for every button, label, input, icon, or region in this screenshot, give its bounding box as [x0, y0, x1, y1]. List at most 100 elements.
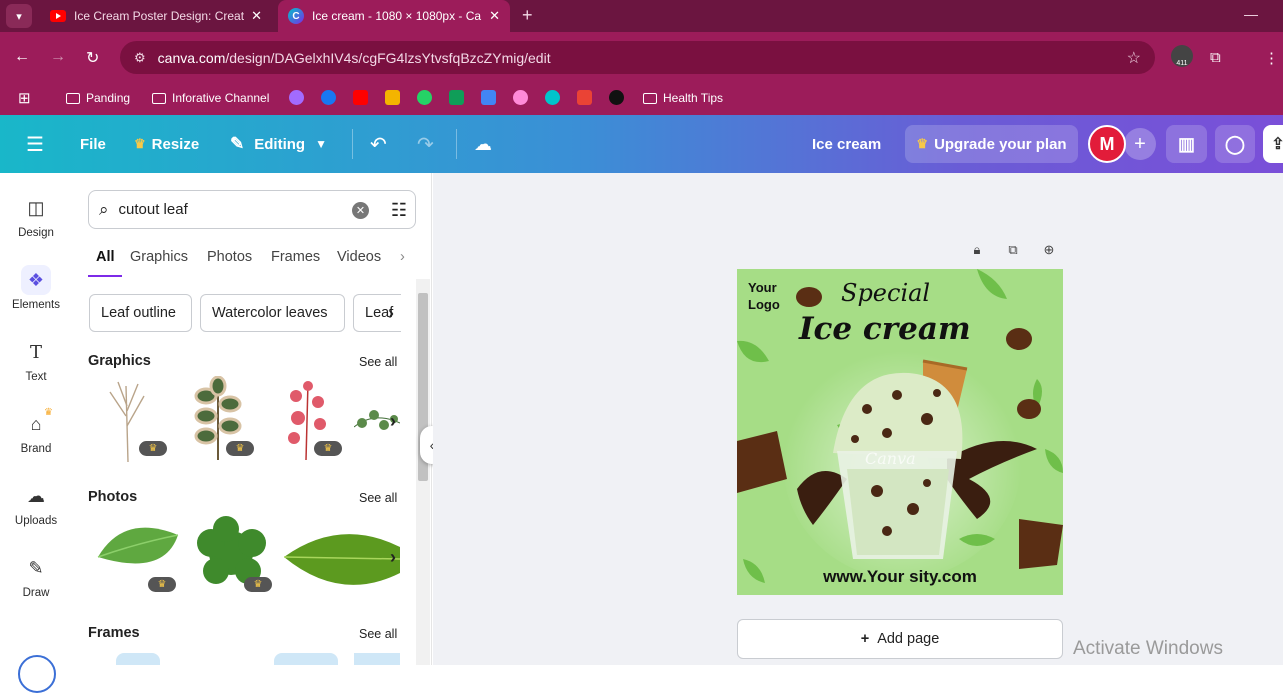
chevron-right-icon[interactable]: ›	[388, 303, 394, 324]
search-value: cutout leaf	[118, 201, 188, 218]
photo-parsley[interactable]: ♛	[186, 513, 276, 593]
panel-scrollbar[interactable]	[416, 279, 430, 665]
browser-tab-2[interactable]: C Ice cream - 1080 × 1080px - Ca ✕	[278, 0, 510, 32]
bookmark-folder[interactable]: Health Tips	[643, 91, 723, 105]
see-all-photos-link[interactable]: See all	[359, 491, 397, 505]
cloud-saved-icon[interactable]: ☁	[474, 115, 492, 173]
file-menu-button[interactable]: File	[80, 115, 106, 173]
new-tab-button[interactable]: +	[522, 5, 533, 26]
apps-grid-icon[interactable]: ⊞	[18, 89, 31, 107]
chevron-right-icon[interactable]: ›	[400, 249, 405, 265]
frame-item[interactable]	[354, 653, 400, 665]
rail-item-brand[interactable]: ⌂ Brand ♛	[0, 407, 72, 455]
tab-title: Ice cream - 1080 × 1080px - Ca	[312, 9, 482, 23]
tab-videos[interactable]: Videos	[337, 249, 381, 265]
forward-icon[interactable]: →	[50, 48, 66, 66]
bookmark-star-icon[interactable]: ☆	[1127, 48, 1141, 68]
avatar[interactable]: M	[1088, 125, 1126, 163]
frame-item[interactable]	[116, 653, 160, 665]
chevron-right-icon[interactable]: ›	[390, 547, 396, 568]
see-all-graphics-link[interactable]: See all	[359, 355, 397, 369]
premium-crown-badge: ♛	[314, 441, 342, 456]
rail-item-elements[interactable]: ❖ Elements	[0, 265, 72, 311]
photo-banana-leaf[interactable]	[282, 523, 401, 589]
graphic-red-eucalyptus[interactable]: ♛	[272, 376, 342, 462]
folder-icon	[643, 92, 657, 104]
duplicate-icon[interactable]: ⧉	[1005, 242, 1021, 258]
share-icon[interactable]: ⇪	[1263, 125, 1283, 163]
reload-icon[interactable]: ↻	[86, 48, 99, 68]
bookmark-folder[interactable]: Inforative Channel	[152, 91, 269, 105]
redo-icon[interactable]: ↷	[417, 115, 434, 173]
canva-bookmark-icon[interactable]	[545, 90, 560, 105]
upgrade-plan-button[interactable]: ♛ Upgrade your plan	[905, 125, 1078, 163]
bookmark-folder[interactable]: Panding	[66, 91, 130, 105]
tab-graphics[interactable]: Graphics	[130, 249, 188, 265]
layout-icon: ◫	[27, 197, 45, 218]
rail-item-draw[interactable]: ✎ Draw	[0, 557, 72, 600]
photo-mint-leaf[interactable]: ♛	[94, 513, 180, 592]
rail-item-design[interactable]: ◫ Design	[0, 197, 72, 240]
site-info-icon[interactable]: ⚙	[134, 50, 146, 66]
more-apps-icon[interactable]	[18, 655, 56, 693]
messenger-icon[interactable]	[289, 90, 304, 105]
add-page-button[interactable]: + Add page	[737, 619, 1063, 659]
docs-icon[interactable]	[481, 90, 496, 105]
tab-search-button[interactable]: ▾	[6, 4, 32, 28]
see-all-frames-link[interactable]: See all	[359, 627, 397, 641]
add-page-icon[interactable]: ⊕	[1041, 242, 1057, 258]
ghost-icon[interactable]	[513, 90, 528, 105]
whatsapp-icon[interactable]	[417, 90, 432, 105]
chatgpt-icon[interactable]	[609, 90, 624, 105]
crown-icon: ♛	[134, 136, 146, 151]
design-page[interactable]: Your Logo Special Ice cream Canva www.You…	[737, 269, 1063, 595]
facebook-icon[interactable]	[321, 90, 336, 105]
tab-title: Ice Cream Poster Design: Creati	[74, 9, 244, 23]
minimize-window-button[interactable]: —	[1244, 6, 1258, 22]
youtube-bookmark-icon[interactable]	[353, 90, 368, 105]
suggestion-chip[interactable]: Leaf outline	[89, 294, 192, 332]
menu-icon[interactable]: ⋮	[1264, 49, 1279, 67]
hamburger-menu-icon[interactable]: ☰	[26, 115, 44, 173]
folder-icon	[152, 92, 166, 104]
document-title[interactable]: Ice cream	[812, 115, 881, 173]
gmail-icon[interactable]	[577, 90, 592, 105]
lock-icon[interactable]: 🔒︎	[969, 242, 985, 258]
comment-icon[interactable]: ◯	[1215, 125, 1255, 163]
browser-tab-1[interactable]: Ice Cream Poster Design: Creati ✕	[40, 0, 272, 32]
resize-button[interactable]: ♛ Resize	[134, 115, 199, 173]
rail-item-uploads[interactable]: ☁ Uploads	[0, 485, 72, 528]
divider	[456, 129, 457, 159]
chevron-right-icon[interactable]: ›	[390, 411, 396, 432]
activate-windows-watermark: Activate Windows	[1073, 638, 1223, 659]
cloud-upload-icon: ☁	[27, 485, 45, 506]
plus-icon: +	[860, 631, 870, 647]
url-field[interactable]: ⚙ canva.com/design/DAGelxhIV4s/cgFG4lzsY…	[120, 41, 1155, 74]
suggestion-chip[interactable]: Watercolor leaves	[200, 294, 345, 332]
back-icon[interactable]: ←	[14, 48, 30, 66]
filter-sliders-icon[interactable]: ☷	[391, 200, 407, 221]
frame-item[interactable]	[274, 653, 338, 665]
url-domain: canva.com	[157, 49, 226, 66]
extensions-icon[interactable]: ⧉	[1210, 49, 1221, 66]
close-tab-icon[interactable]: ✕	[489, 8, 500, 24]
clear-search-icon[interactable]: ✕	[352, 202, 369, 219]
tab-photos[interactable]: Photos	[207, 249, 252, 265]
tab-all[interactable]: All	[96, 249, 115, 265]
rail-item-text[interactable]: T Text	[0, 341, 72, 384]
undo-icon[interactable]: ↶	[370, 115, 387, 173]
invite-plus-button[interactable]: +	[1124, 128, 1156, 160]
graphic-pampas-grass[interactable]: ♛	[94, 376, 167, 463]
search-input[interactable]: ⌕ cutout leaf ✕ ☷	[88, 190, 416, 229]
search-icon: ⌕	[99, 199, 109, 219]
insights-chart-icon[interactable]: ▥	[1166, 125, 1207, 163]
photos-icon[interactable]	[385, 90, 400, 105]
graphic-leaf-branch[interactable]: ♛	[184, 375, 254, 462]
extension-badge[interactable]: 411	[1171, 45, 1193, 67]
close-tab-icon[interactable]: ✕	[251, 8, 262, 24]
editing-mode-button[interactable]: ✎ Editing ▼	[230, 115, 327, 173]
tab-frames[interactable]: Frames	[271, 249, 320, 265]
sheets-icon[interactable]	[449, 90, 464, 105]
premium-crown-badge: ♛	[139, 441, 167, 456]
folder-icon	[66, 92, 80, 104]
